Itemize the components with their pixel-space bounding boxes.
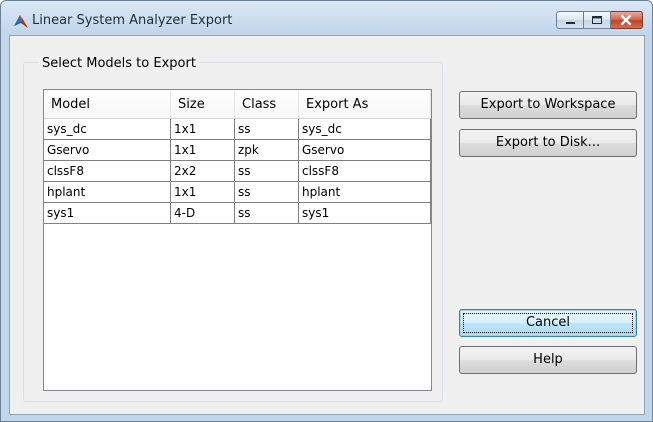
maximize-button[interactable]	[584, 11, 611, 29]
minimize-icon	[566, 22, 575, 24]
cell-class: ss	[235, 203, 299, 224]
cancel-button[interactable]: Cancel	[459, 309, 637, 337]
cell-model: sys1	[44, 203, 171, 224]
cell-size: 2x2	[171, 161, 235, 182]
cell-export-as[interactable]: Gservo	[299, 140, 431, 161]
cell-size: 4-D	[171, 203, 235, 224]
maximize-icon	[592, 16, 602, 24]
matlab-logo-icon	[13, 14, 29, 33]
cell-model: Gservo	[44, 140, 171, 161]
cell-export-as[interactable]: sys_dc	[299, 119, 431, 140]
export-to-disk-button[interactable]: Export to Disk...	[459, 129, 637, 157]
help-button[interactable]: Help	[459, 346, 637, 374]
table-row[interactable]: clssF8 2x2 ss clssF8	[44, 161, 431, 182]
window-title: Linear System Analyzer Export	[32, 13, 233, 28]
export-to-workspace-button[interactable]: Export to Workspace	[459, 91, 637, 119]
group-title: Select Models to Export	[39, 56, 199, 71]
export-dialog-window: Linear System Analyzer Export Select Mod…	[0, 0, 653, 422]
column-header-class[interactable]: Class	[235, 90, 299, 119]
minimize-button[interactable]	[556, 11, 584, 29]
cell-export-as[interactable]: hplant	[299, 182, 431, 203]
close-icon	[620, 14, 632, 26]
table-row[interactable]: sys_dc 1x1 ss sys_dc	[44, 119, 431, 140]
column-header-export-as[interactable]: Export As	[299, 90, 431, 119]
cell-export-as[interactable]: clssF8	[299, 161, 431, 182]
cell-model: sys_dc	[44, 119, 171, 140]
cell-model: hplant	[44, 182, 171, 203]
table-row[interactable]: hplant 1x1 ss hplant	[44, 182, 431, 203]
cell-class: ss	[235, 161, 299, 182]
cell-class: zpk	[235, 140, 299, 161]
cell-size: 1x1	[171, 140, 235, 161]
focus-ring	[463, 313, 633, 333]
cell-size: 1x1	[171, 182, 235, 203]
title-bar[interactable]: Linear System Analyzer Export	[1, 1, 652, 35]
table-row[interactable]: Gservo 1x1 zpk Gservo	[44, 140, 431, 161]
cell-class: ss	[235, 119, 299, 140]
cell-export-as[interactable]: sys1	[299, 203, 431, 224]
close-button[interactable]	[611, 11, 643, 29]
column-header-model[interactable]: Model	[44, 90, 171, 119]
column-header-size[interactable]: Size	[171, 90, 235, 119]
models-table[interactable]: Model Size Class Export As sys_dc 1x1 ss…	[43, 89, 432, 391]
cell-class: ss	[235, 182, 299, 203]
table-row[interactable]: sys1 4-D ss sys1	[44, 203, 431, 224]
cell-model: clssF8	[44, 161, 171, 182]
cell-size: 1x1	[171, 119, 235, 140]
